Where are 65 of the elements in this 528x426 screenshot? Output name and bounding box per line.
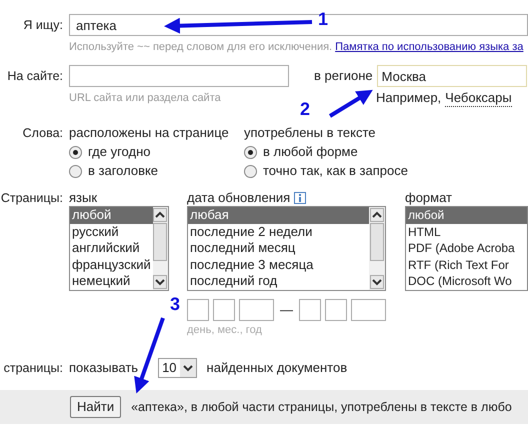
region-label: в регионе <box>314 68 373 84</box>
radio-button[interactable] <box>69 164 82 178</box>
annotation-number: 3 <box>170 295 180 313</box>
list-option[interactable]: HTML <box>406 224 527 240</box>
example-text: Например, <box>376 90 442 107</box>
list-option[interactable]: немецкий <box>70 273 153 290</box>
field-label: Слова: <box>22 126 63 140</box>
radio-label: в любой форме <box>263 144 358 160</box>
list-title: формат <box>405 190 452 206</box>
field-label: На сайте: <box>7 69 63 83</box>
annotation-arrow <box>328 90 373 118</box>
annotation-number: 2 <box>300 100 310 118</box>
scroll-down-icon[interactable] <box>370 275 384 289</box>
radio-button[interactable] <box>244 146 257 158</box>
scrollbar[interactable] <box>152 207 168 290</box>
example-link[interactable]: Чебоксары <box>445 90 512 107</box>
list-option[interactable]: RTF (Rich Text For <box>406 256 527 274</box>
list-option[interactable]: последний месяц <box>188 240 369 257</box>
show-label: показывать <box>69 360 138 376</box>
group-title: расположены на странице <box>69 125 230 141</box>
date-field[interactable] <box>325 299 347 321</box>
list-option[interactable]: французский <box>70 256 153 274</box>
field-label: Я ищу: <box>23 18 63 32</box>
help-link[interactable]: Памятка по использованию языка за <box>335 39 524 55</box>
info-icon[interactable] <box>294 192 306 204</box>
caret-icon <box>180 359 196 377</box>
site-field[interactable] <box>69 65 289 87</box>
scroll-up-icon[interactable] <box>153 208 168 222</box>
radio-button[interactable] <box>69 146 82 158</box>
count-select[interactable]: 10 <box>158 358 197 378</box>
list-title: язык <box>69 190 98 206</box>
hint-text: Используйте ~~ перед словом для его исключения. <box>69 40 332 55</box>
date-field[interactable] <box>187 299 209 321</box>
date-field[interactable] <box>351 299 386 321</box>
date-separator: — <box>279 302 294 318</box>
field-label: Страницы: <box>0 191 63 205</box>
date-hint: день, мес., год <box>187 323 263 338</box>
region-field[interactable]: Москва <box>376 65 527 87</box>
hint-text: URL сайта или раздела сайта <box>69 91 221 106</box>
list-option[interactable]: любая <box>188 207 369 224</box>
group-title: употреблены в тексте <box>244 125 376 141</box>
find-button[interactable]: Найти <box>70 396 122 418</box>
list-option[interactable]: DOC (Microsoft Wo <box>406 273 527 290</box>
list-title: дата обновления <box>187 190 290 206</box>
scroll-up-icon[interactable] <box>370 208 384 222</box>
list-option[interactable]: PDF (Adobe Acroba <box>406 240 527 257</box>
list-option[interactable]: последний год <box>188 273 369 290</box>
field-label: страницы: <box>4 361 63 375</box>
query-summary: «аптека», в любой части страницы, употреблены в тексте в любо <box>131 399 512 415</box>
radio-button[interactable] <box>244 164 257 178</box>
list-option[interactable]: любой <box>406 207 527 224</box>
list-option[interactable]: английский <box>70 240 153 257</box>
radio-label: где угодно <box>88 144 150 160</box>
date-field[interactable] <box>213 299 235 321</box>
radio-label: точно так, как в запросе <box>263 163 408 179</box>
list-option[interactable]: любой <box>70 207 153 224</box>
list-option[interactable]: русский <box>70 224 153 240</box>
scroll-down-icon[interactable] <box>153 275 168 289</box>
scrollbar[interactable] <box>369 207 385 290</box>
radio-label: в заголовке <box>88 163 158 179</box>
list-option[interactable]: последние 3 месяца <box>188 256 369 274</box>
list-option[interactable]: последние 2 недели <box>188 224 369 240</box>
date-field[interactable] <box>299 299 321 321</box>
date-field[interactable] <box>239 299 274 321</box>
documents-label: найденных документов <box>206 360 348 376</box>
